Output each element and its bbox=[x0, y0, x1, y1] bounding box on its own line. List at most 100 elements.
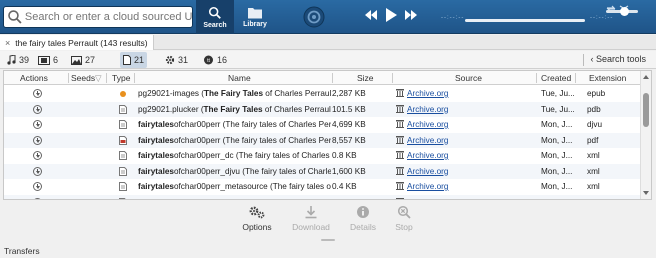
volume-slider[interactable] bbox=[606, 7, 638, 16]
table-row[interactable]: fairytalesofchar00perr_dc (The fairy tal… bbox=[4, 148, 641, 164]
gears-icon bbox=[249, 206, 265, 219]
search-result-tab[interactable]: × the fairy tales Perrault (143 results) bbox=[0, 35, 154, 50]
filter-applications[interactable]: 31 bbox=[162, 52, 191, 68]
archive-org-icon bbox=[396, 104, 404, 113]
search-input[interactable] bbox=[24, 11, 192, 23]
result-name[interactable]: fourandtwentyfa00ieaoooo (Four and Twent… bbox=[138, 198, 331, 200]
source-link[interactable]: Archive.org bbox=[407, 105, 448, 114]
options-label: Options bbox=[242, 222, 272, 232]
filter-video[interactable]: 6 bbox=[35, 52, 61, 68]
next-track-icon[interactable] bbox=[404, 9, 418, 21]
result-created: Mon, J... bbox=[541, 151, 573, 160]
col-size[interactable]: Size bbox=[357, 73, 374, 83]
music-icon bbox=[7, 55, 16, 65]
download-icon bbox=[305, 206, 317, 219]
source-link[interactable]: Archive.org bbox=[407, 89, 448, 98]
col-actions[interactable]: Actions bbox=[20, 73, 48, 83]
previous-track-icon[interactable] bbox=[364, 9, 378, 21]
result-created: Mon, J... bbox=[541, 166, 573, 176]
search-box[interactable] bbox=[3, 6, 193, 28]
result-name[interactable]: fairytalesofchar00perr_dc (The fairy tal… bbox=[138, 151, 331, 160]
col-seeds[interactable]: Seeds bbox=[71, 73, 95, 83]
filter-images[interactable]: 27 bbox=[68, 52, 98, 68]
source-link[interactable]: Archive.org bbox=[407, 198, 448, 200]
col-created[interactable]: Created bbox=[541, 73, 571, 83]
gear-icon bbox=[165, 55, 175, 65]
download-icon[interactable] bbox=[33, 151, 42, 160]
panel-resize-handle[interactable] bbox=[321, 239, 335, 241]
transfers-section-title[interactable]: Transfers bbox=[4, 246, 40, 256]
download-icon[interactable] bbox=[33, 197, 42, 199]
image-icon bbox=[71, 55, 82, 65]
table-row[interactable]: fairytalesofchar00perr (The fairy tales … bbox=[4, 132, 641, 148]
table-row[interactable]: pg29021.plucker (The Fairy Tales of Char… bbox=[4, 101, 641, 117]
filter-torrents[interactable]: tt 16 bbox=[200, 52, 230, 68]
result-size: 22.3 MB bbox=[332, 198, 390, 200]
col-extension[interactable]: Extension bbox=[589, 73, 626, 83]
nav-library-button[interactable]: Library bbox=[236, 0, 274, 34]
scroll-up-icon[interactable] bbox=[643, 75, 649, 79]
play-icon[interactable] bbox=[384, 7, 398, 23]
result-source[interactable]: Archive.org bbox=[396, 182, 534, 191]
source-link[interactable]: Archive.org bbox=[407, 151, 448, 160]
search-icon bbox=[8, 10, 22, 24]
download-icon[interactable] bbox=[33, 135, 42, 145]
source-link[interactable]: Archive.org bbox=[407, 120, 448, 129]
result-source[interactable]: Archive.org bbox=[396, 89, 534, 98]
col-name[interactable]: Name bbox=[228, 73, 251, 83]
archive-org-icon bbox=[396, 135, 404, 144]
close-icon[interactable]: × bbox=[5, 38, 10, 48]
result-name[interactable]: fairytalesofchar00perr_metasource (The f… bbox=[138, 182, 331, 191]
scrollbar-thumb[interactable] bbox=[643, 93, 649, 127]
download-icon[interactable] bbox=[33, 182, 42, 191]
stop-button[interactable]: Stop bbox=[379, 205, 429, 232]
nav-search-button[interactable]: Search bbox=[196, 0, 234, 34]
download-icon[interactable] bbox=[33, 166, 42, 176]
result-source[interactable]: Archive.org bbox=[396, 166, 534, 176]
search-tools-button[interactable]: ‹ Search tools bbox=[590, 54, 646, 64]
download-button[interactable]: Download bbox=[286, 205, 336, 232]
source-link[interactable]: Archive.org bbox=[407, 167, 448, 176]
vpn-status-icon[interactable] bbox=[303, 6, 325, 28]
result-name-bold: fairytales bbox=[138, 135, 174, 145]
media-player-controls bbox=[364, 7, 418, 23]
table-scrollbar[interactable] bbox=[640, 71, 651, 199]
result-name[interactable]: fairytalesofchar00perr_djvu (The fairy t… bbox=[138, 167, 331, 176]
result-source[interactable]: Archive.org bbox=[396, 120, 534, 129]
result-name-rest: ofchar00perr_djvu (The fairy tales of Ch… bbox=[173, 166, 331, 176]
col-type[interactable]: Type bbox=[112, 73, 130, 83]
result-name[interactable]: fairytalesofchar00perr (The fairy tales … bbox=[138, 136, 331, 145]
result-source[interactable]: Archive.org bbox=[396, 197, 534, 200]
result-name[interactable]: pg29021-images (The Fairy Tales of Charl… bbox=[138, 89, 331, 98]
document-file-icon bbox=[119, 151, 127, 160]
download-icon[interactable] bbox=[33, 89, 42, 98]
playback-progress-bar[interactable] bbox=[465, 19, 585, 22]
volume-knob[interactable] bbox=[620, 7, 629, 16]
result-extension: epub bbox=[587, 89, 606, 98]
result-name[interactable]: pg29021.plucker (The Fairy Tales of Char… bbox=[138, 105, 331, 114]
result-size: 8,557 KB bbox=[332, 135, 366, 145]
source-link[interactable]: Archive.org bbox=[407, 136, 448, 145]
result-name-rest: ofchar00perr_dc (The fairy tales of Char… bbox=[173, 151, 330, 160]
col-source[interactable]: Source bbox=[455, 73, 482, 83]
result-source[interactable]: Archive.org bbox=[396, 104, 534, 114]
table-row[interactable]: pg29021-images (The Fairy Tales of Charl… bbox=[4, 86, 641, 102]
result-name[interactable]: fairytalesofchar00perr (The fairy tales … bbox=[138, 120, 331, 129]
result-source[interactable]: Archive.org bbox=[396, 151, 534, 160]
result-source[interactable]: Archive.org bbox=[396, 135, 534, 145]
archive-org-icon bbox=[396, 182, 404, 190]
scroll-down-icon[interactable] bbox=[643, 191, 649, 195]
source-link[interactable]: Archive.org bbox=[407, 182, 448, 191]
filter-audio-count: 39 bbox=[19, 55, 30, 65]
download-icon[interactable] bbox=[33, 104, 42, 114]
table-row[interactable]: fairytalesofchar00perr (The fairy tales … bbox=[4, 117, 641, 133]
filter-documents[interactable]: 21 bbox=[120, 52, 148, 68]
table-row[interactable]: fourandtwentyfa00ieaoooo (Four and Twent… bbox=[4, 194, 641, 200]
search-results-table: Actions Seeds ▽ Type Name Size Source Cr… bbox=[3, 70, 652, 200]
search-results-tabs: × the fairy tales Perrault (143 results) bbox=[0, 35, 656, 50]
download-icon[interactable] bbox=[33, 120, 42, 129]
table-row[interactable]: fairytalesofchar00perr_metasource (The f… bbox=[4, 179, 641, 195]
options-button[interactable]: Options bbox=[232, 205, 282, 232]
table-row[interactable]: fairytalesofchar00perr_djvu (The fairy t… bbox=[4, 163, 641, 179]
filter-audio[interactable]: 39 bbox=[4, 52, 32, 68]
